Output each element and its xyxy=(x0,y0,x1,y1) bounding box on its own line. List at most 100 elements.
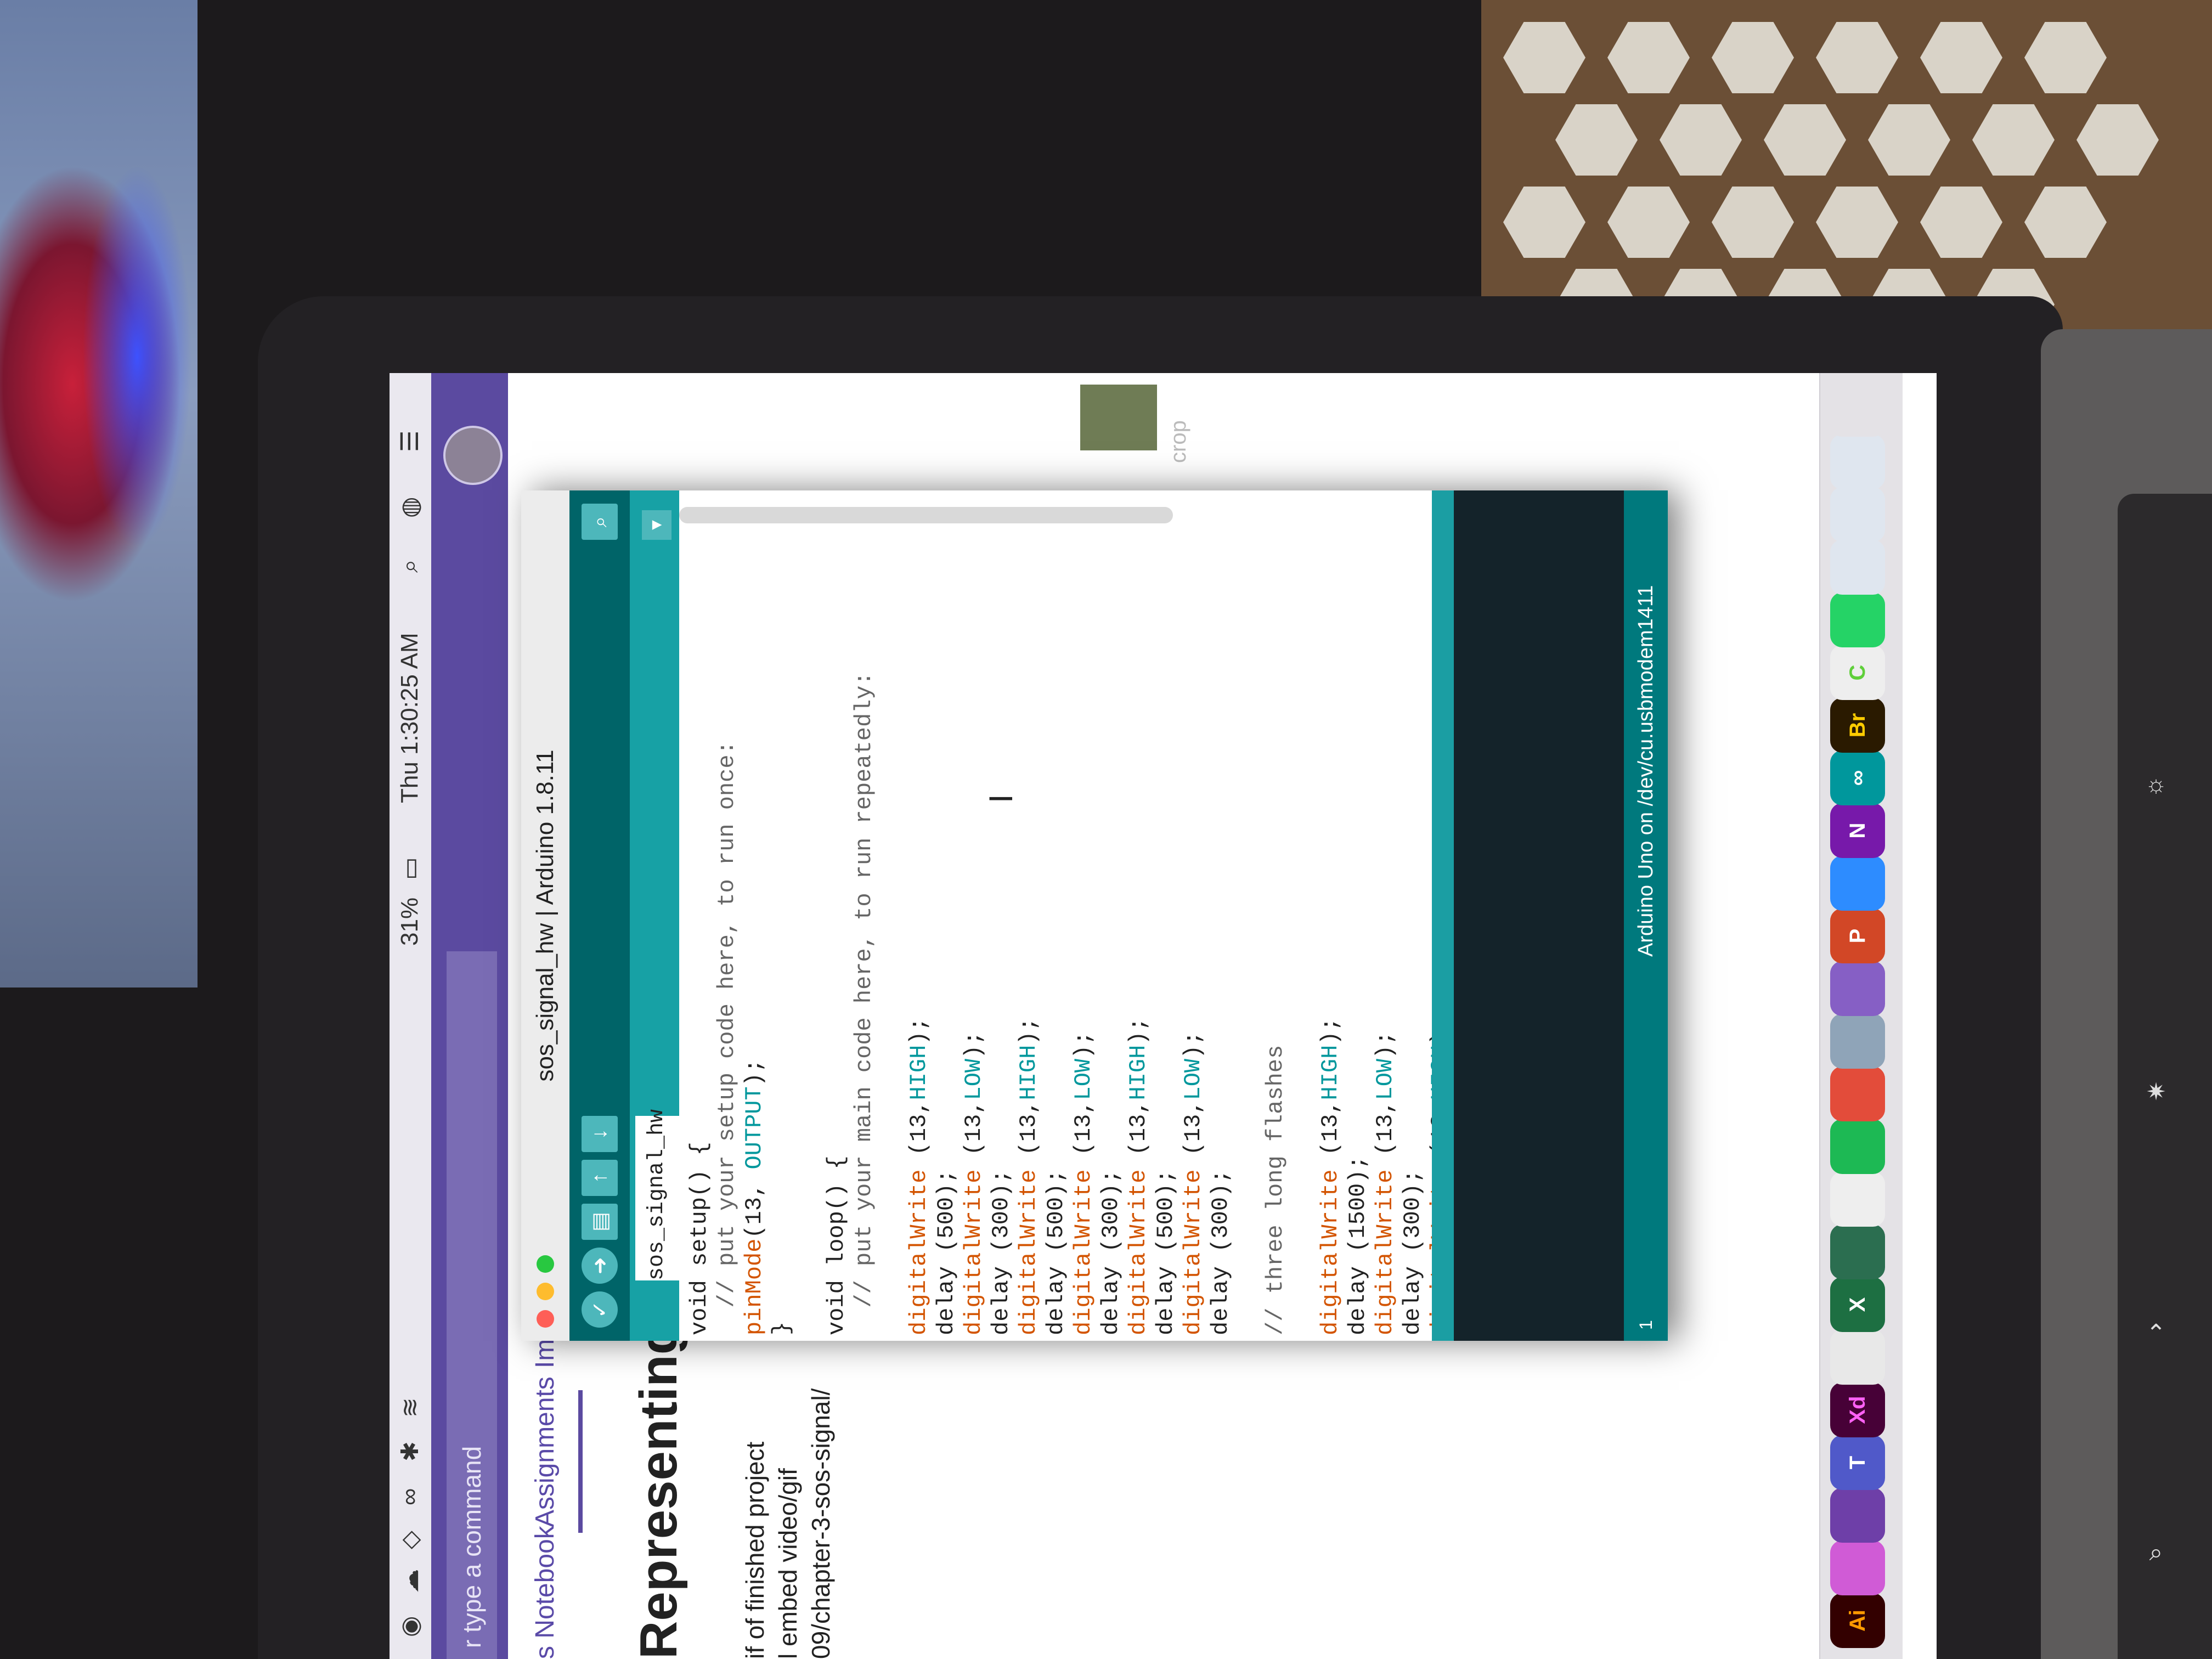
serial-monitor-icon[interactable]: ⌕ xyxy=(582,504,618,540)
code-line[interactable]: void loop() { xyxy=(823,1155,850,1335)
bluetooth-icon[interactable]: ✱ xyxy=(396,1441,424,1462)
minimize-icon[interactable] xyxy=(537,1283,554,1300)
preview-icon[interactable] xyxy=(1830,1014,1885,1069)
console-output[interactable] xyxy=(1454,490,1624,1341)
editor-scrollbar[interactable] xyxy=(679,507,1173,523)
code-line[interactable]: delay (300); xyxy=(1097,1170,1125,1335)
close-icon[interactable] xyxy=(537,1310,554,1328)
zoom-icon[interactable] xyxy=(1830,856,1885,911)
bridge-icon[interactable]: Br xyxy=(1830,698,1885,753)
code-token: delay (1500); xyxy=(1345,1155,1371,1335)
code-editor[interactable]: void setup() { // put your setup code he… xyxy=(679,490,1563,1341)
code-token: // three long flashes xyxy=(1262,1045,1289,1335)
code-token: delay (300); xyxy=(988,1169,1014,1335)
whatsapp-icon[interactable] xyxy=(1830,592,1885,647)
code-line[interactable]: digitalWrite (13,LOW); xyxy=(1372,1031,1399,1335)
github-icon[interactable] xyxy=(1830,1488,1885,1543)
new-sketch-button[interactable]: ▤ xyxy=(582,1204,618,1240)
avatar[interactable] xyxy=(443,426,503,485)
teams-icon[interactable]: T xyxy=(1830,1435,1885,1490)
clock[interactable]: Thu 1:30:25 AM xyxy=(396,633,424,803)
code-line[interactable]: digitalWrite (13,HIGH); xyxy=(905,1017,933,1335)
spotlight-icon[interactable]: ⌕ xyxy=(396,559,424,573)
siri-icon[interactable]: ◍ xyxy=(396,497,424,518)
desktop-thumbnail[interactable] xyxy=(1079,383,1159,452)
open-sketch-button[interactable]: ↑ xyxy=(582,1160,618,1196)
battery-icon[interactable]: ▭ xyxy=(396,857,424,880)
tab-notebook[interactable]: s Notebook xyxy=(530,1526,560,1659)
zoom-icon[interactable] xyxy=(537,1255,554,1273)
xd-icon[interactable]: Xd xyxy=(1830,1383,1885,1437)
illustrator-icon[interactable]: Ai xyxy=(1830,1593,1885,1648)
code-line[interactable]: delay (300); xyxy=(988,1170,1015,1335)
spotlight-key-icon[interactable]: ⌕ xyxy=(2140,1536,2172,1569)
editor-divider[interactable] xyxy=(1432,490,1454,1341)
tab-menu-icon[interactable]: ▼ xyxy=(642,510,672,540)
code-token: delay (300); xyxy=(1400,1169,1426,1335)
code-token: (13, xyxy=(741,1169,768,1239)
code-line[interactable]: // put your setup code here, to run once… xyxy=(713,741,741,1335)
dock: Ai T Xd X P N ∞ Br C xyxy=(1819,373,1903,1659)
code-line[interactable]: digitalWrite (13,LOW); xyxy=(1180,1031,1207,1335)
code-line[interactable]: digitalWrite (13,HIGH); xyxy=(1317,1017,1344,1335)
code-line[interactable]: digitalWrite (13,HIGH); xyxy=(1125,1017,1152,1335)
code-line[interactable]: pinMode(13, OUTPUT); xyxy=(741,1059,768,1335)
creative-cloud-icon[interactable]: ∞ xyxy=(396,1488,424,1505)
code-line[interactable]: digitalWrite (13,HIGH); xyxy=(1015,1017,1042,1335)
code-line[interactable]: void setup() { xyxy=(686,1142,713,1335)
excel-icon[interactable]: X xyxy=(1830,1277,1885,1332)
wifi-icon[interactable]: ≋ xyxy=(396,1397,424,1418)
zoom-status-icon[interactable]: ◉ xyxy=(396,1616,424,1637)
itunes-icon[interactable] xyxy=(1830,1541,1885,1595)
code-line[interactable]: digitalWrite (13,LOW); xyxy=(1070,1031,1097,1335)
code-token: ); xyxy=(1372,1031,1398,1059)
powerpoint-icon[interactable]: P xyxy=(1830,909,1885,963)
code-line[interactable]: delay (500); xyxy=(1042,1170,1070,1335)
finder-window-icon[interactable] xyxy=(1830,540,1885,595)
upload-button[interactable]: ➜ xyxy=(582,1248,618,1284)
code-line[interactable]: // put your main code here, to run repea… xyxy=(850,672,878,1335)
onenote-icon[interactable]: N xyxy=(1830,803,1885,858)
battery-percentage[interactable]: 31% xyxy=(396,898,424,946)
code-line[interactable]: delay (1500); xyxy=(1344,1155,1372,1335)
tab-sos-signal-hw[interactable]: sos_signal_hw xyxy=(635,1109,679,1280)
mission-control-key-icon[interactable]: ⌃ xyxy=(2140,1317,2172,1350)
desktop-file-label[interactable]: crop xyxy=(1166,420,1191,463)
brightness-key-icon[interactable]: ✷ xyxy=(2140,1075,2172,1108)
body-line[interactable]: 09/chapter-3-sos-signal/ xyxy=(804,1389,837,1659)
atom-icon[interactable] xyxy=(1830,1224,1885,1279)
slack-icon[interactable] xyxy=(1830,1330,1885,1385)
code-line[interactable]: // three long flashes xyxy=(1262,1045,1289,1335)
code-line[interactable]: delay (500); xyxy=(1152,1170,1180,1335)
code-token: (13, xyxy=(906,1100,932,1170)
code-token: ); xyxy=(1317,1017,1344,1045)
code-line[interactable]: } xyxy=(768,1322,795,1335)
verify-button[interactable]: ✓ xyxy=(582,1291,618,1328)
save-sketch-button[interactable]: ↓ xyxy=(582,1116,618,1152)
code-token: (13, xyxy=(1015,1100,1042,1170)
code-token: (13, xyxy=(1070,1100,1097,1170)
visual-studio-icon[interactable] xyxy=(1830,961,1885,1016)
notification-center-icon[interactable]: ☰ xyxy=(396,431,424,452)
code-line[interactable]: delay (300); xyxy=(1207,1170,1234,1335)
unity-icon[interactable] xyxy=(1830,1172,1885,1227)
keyboard-backlight-key-icon[interactable]: ☼ xyxy=(2140,768,2172,801)
tab-assignments[interactable]: Assignments xyxy=(530,1376,560,1527)
code-token: LOW xyxy=(1180,1058,1206,1101)
trash-icon[interactable] xyxy=(1830,382,1885,437)
body-line: l embed video/gif xyxy=(774,1468,802,1659)
chrome-icon[interactable] xyxy=(1830,435,1885,489)
command-input[interactable]: r type a command xyxy=(447,951,497,1659)
code-line[interactable]: delay (300); xyxy=(1399,1170,1426,1335)
arduino-icon[interactable]: ∞ xyxy=(1830,751,1885,805)
codea-icon[interactable]: C xyxy=(1830,645,1885,700)
calendar-icon[interactable] xyxy=(1830,1066,1885,1121)
unity-status-icon[interactable]: ◇ xyxy=(396,1531,424,1549)
text-cursor-icon: I xyxy=(983,794,1019,803)
documents-icon[interactable] xyxy=(1830,487,1885,542)
spotify-icon[interactable] xyxy=(1830,1119,1885,1174)
cloud-icon[interactable]: ☁ xyxy=(396,1569,424,1593)
code-line[interactable]: digitalWrite (13,LOW); xyxy=(960,1031,988,1335)
arduino-window: sos_signal_hw | Arduino 1.8.11 ✓ ➜ ▤ ↑ ↓… xyxy=(521,490,1668,1341)
code-line[interactable]: delay (500); xyxy=(933,1170,960,1335)
